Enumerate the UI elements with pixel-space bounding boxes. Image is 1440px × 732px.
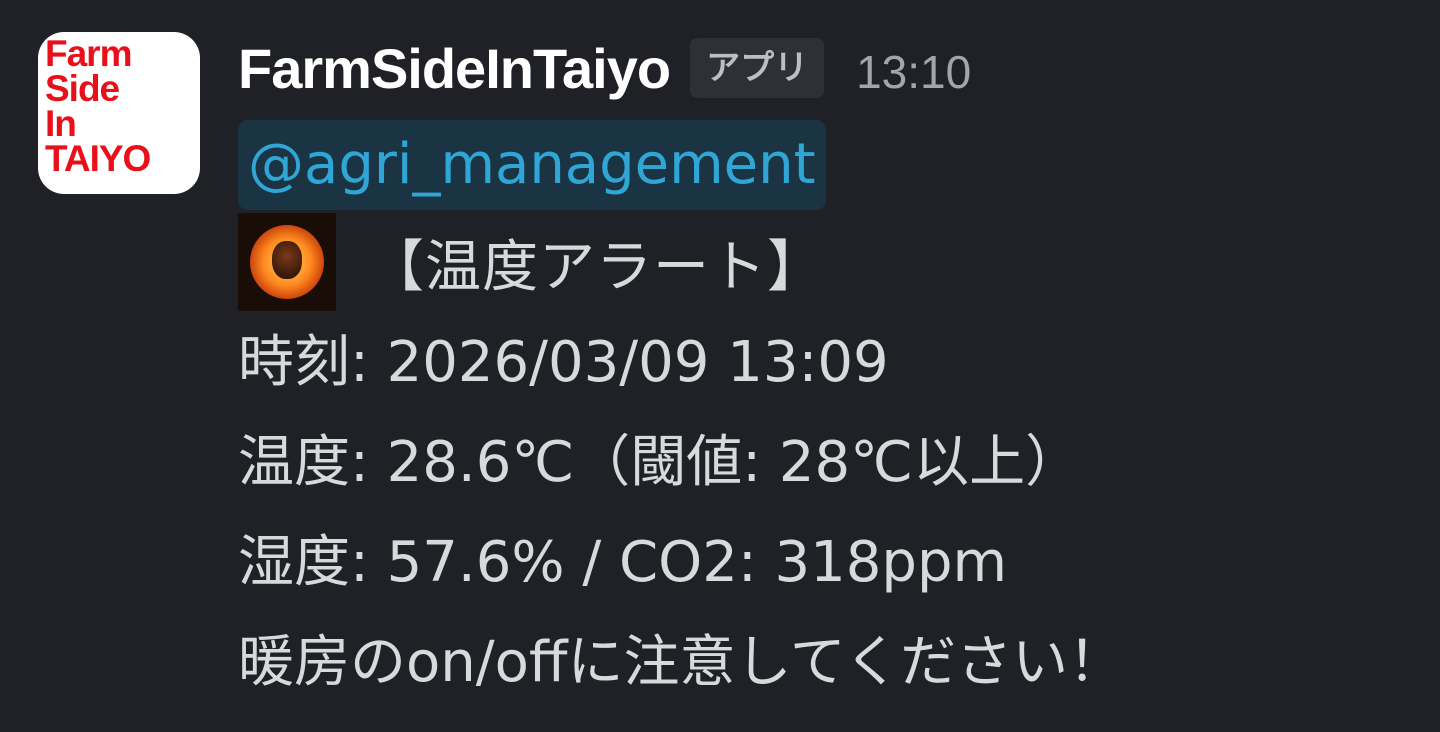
- humidity-co2-line: 湿度: 57.6% / CO2: 318ppm: [238, 530, 1008, 595]
- alert-title-line: 【温度アラート】: [238, 212, 824, 312]
- alert-title: 【温度アラート】: [368, 234, 824, 300]
- message-timestamp[interactable]: 13:10: [856, 45, 971, 99]
- avatar-logo-text: Farm Side In TAIYO: [45, 33, 151, 179]
- avatar[interactable]: Farm Side In TAIYO: [38, 32, 200, 194]
- temperature-line: 温度: 28.6℃（閾値: 28℃以上）: [238, 430, 1082, 495]
- message-header: FarmSideInTaiyo アプリ 13:10: [238, 28, 971, 108]
- chat-message: Farm Side In TAIYO FarmSideInTaiyo アプリ 1…: [0, 0, 1440, 732]
- sender-name[interactable]: FarmSideInTaiyo: [238, 36, 671, 101]
- user-mention[interactable]: @agri_management: [238, 120, 826, 210]
- time-line: 時刻: 2026/03/09 13:09: [238, 330, 889, 395]
- heating-notice-line: 暖房のon/offに注意してください！: [238, 630, 1125, 695]
- sun-face-icon: [238, 213, 336, 311]
- app-badge: アプリ: [690, 38, 825, 98]
